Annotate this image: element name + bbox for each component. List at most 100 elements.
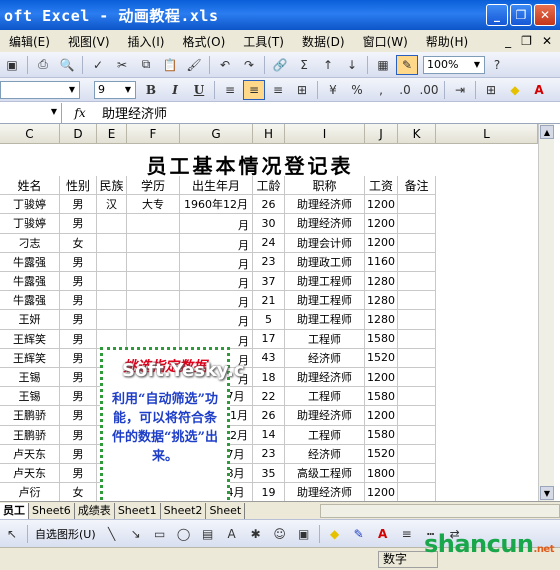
- menu-window[interactable]: 窗口(W): [354, 33, 417, 50]
- table-cell[interactable]: [127, 329, 180, 349]
- table-cell[interactable]: 大专: [127, 195, 180, 215]
- menu-data[interactable]: 数据(D): [293, 33, 354, 50]
- doc-restore-icon[interactable]: ❐: [521, 34, 532, 48]
- table-cell[interactable]: 男: [60, 348, 97, 368]
- table-cell[interactable]: [127, 310, 180, 330]
- table-cell[interactable]: [398, 233, 436, 253]
- table-cell[interactable]: 丁骏婷: [0, 214, 60, 234]
- table-cell[interactable]: 37: [253, 272, 285, 292]
- table-cell[interactable]: 1580: [365, 387, 398, 407]
- tab-sheet2[interactable]: Sheet2: [161, 502, 207, 519]
- column-header[interactable]: J: [365, 124, 398, 144]
- table-cell[interactable]: 1280: [365, 291, 398, 311]
- menu-format[interactable]: 格式(O): [173, 33, 234, 50]
- table-cell[interactable]: 43: [253, 348, 285, 368]
- table-cell[interactable]: 1200: [365, 483, 398, 501]
- table-cell[interactable]: 工程师: [285, 329, 365, 349]
- column-header[interactable]: G: [180, 124, 253, 144]
- table-cell[interactable]: [127, 233, 180, 253]
- fx-icon[interactable]: fx: [62, 106, 98, 120]
- table-cell[interactable]: [97, 291, 127, 311]
- sort-ascending-icon[interactable]: ↑: [317, 55, 339, 75]
- table-cell[interactable]: 30: [253, 214, 285, 234]
- table-cell[interactable]: 14: [253, 425, 285, 445]
- redo-icon[interactable]: ↷: [238, 55, 260, 75]
- clipart-icon[interactable]: ☺: [269, 524, 291, 544]
- merge-center-icon[interactable]: ⊞: [291, 80, 313, 100]
- column-header[interactable]: I: [285, 124, 365, 144]
- drawing-icon[interactable]: ✎: [396, 54, 418, 75]
- print-icon[interactable]: ⎙: [32, 55, 54, 75]
- table-cell[interactable]: 助理政工师: [285, 252, 365, 272]
- table-cell[interactable]: 男: [60, 406, 97, 426]
- table-cell[interactable]: 男: [60, 329, 97, 349]
- table-cell[interactable]: 35: [253, 464, 285, 484]
- table-cell[interactable]: 女: [60, 483, 97, 501]
- table-cell[interactable]: 经济师: [285, 348, 365, 368]
- table-cell[interactable]: 18: [253, 368, 285, 388]
- tab-scores[interactable]: 成绩表: [75, 502, 115, 519]
- table-cell[interactable]: 21: [253, 291, 285, 311]
- paste-icon[interactable]: 📋: [159, 55, 181, 75]
- table-cell[interactable]: [398, 195, 436, 215]
- tab-sheet-employees[interactable]: 员工: [0, 502, 29, 519]
- table-header-cell[interactable]: 学历: [127, 176, 180, 196]
- table-cell[interactable]: 男: [60, 425, 97, 445]
- table-header-cell[interactable]: 性别: [60, 176, 97, 196]
- zoom-select[interactable]: 100% ▼: [423, 55, 485, 74]
- menu-tools[interactable]: 工具(T): [234, 33, 293, 50]
- table-cell[interactable]: 1160: [365, 252, 398, 272]
- tab-sheet1[interactable]: Sheet1: [115, 502, 161, 519]
- rectangle-icon[interactable]: ▭: [149, 524, 171, 544]
- align-center-icon[interactable]: ≡: [243, 79, 265, 100]
- textbox-icon[interactable]: ▤: [197, 524, 219, 544]
- table-cell[interactable]: 1280: [365, 272, 398, 292]
- table-cell[interactable]: 助理工程师: [285, 310, 365, 330]
- table-cell[interactable]: 1200: [365, 406, 398, 426]
- picture-icon[interactable]: ▣: [293, 524, 315, 544]
- formula-input[interactable]: 助理经济师: [98, 103, 167, 122]
- table-cell[interactable]: [398, 252, 436, 272]
- table-cell[interactable]: 牛露强: [0, 272, 60, 292]
- table-cell[interactable]: 助理经济师: [285, 195, 365, 215]
- cut-icon[interactable]: ✂: [111, 55, 133, 75]
- table-cell[interactable]: 工程师: [285, 387, 365, 407]
- table-cell[interactable]: 助理经济师: [285, 214, 365, 234]
- menu-help[interactable]: 帮助(H): [417, 33, 477, 50]
- table-cell[interactable]: 丁骏婷: [0, 195, 60, 215]
- vertical-scrollbar[interactable]: ▲ ▼: [538, 124, 554, 501]
- save-icon[interactable]: ▣: [1, 55, 23, 75]
- table-cell[interactable]: 26: [253, 406, 285, 426]
- table-header-cell[interactable]: 出生年月: [180, 176, 253, 196]
- table-cell[interactable]: 汉: [97, 195, 127, 215]
- table-cell[interactable]: 卢天东: [0, 464, 60, 484]
- table-cell[interactable]: 助理工程师: [285, 272, 365, 292]
- table-cell[interactable]: 王辉笑: [0, 329, 60, 349]
- column-header[interactable]: D: [60, 124, 97, 144]
- table-cell[interactable]: 男: [60, 214, 97, 234]
- line-color-icon[interactable]: ✎: [348, 524, 370, 544]
- oval-icon[interactable]: ◯: [173, 524, 195, 544]
- table-cell[interactable]: 王锡: [0, 368, 60, 388]
- table-cell[interactable]: 男: [60, 464, 97, 484]
- bold-icon[interactable]: B: [140, 80, 162, 100]
- table-cell[interactable]: [127, 214, 180, 234]
- scroll-down-icon[interactable]: ▼: [540, 486, 554, 500]
- table-header-cell[interactable]: 姓名: [0, 176, 60, 196]
- table-cell[interactable]: [398, 310, 436, 330]
- column-header[interactable]: H: [253, 124, 285, 144]
- table-cell[interactable]: 1280: [365, 310, 398, 330]
- table-cell[interactable]: [127, 291, 180, 311]
- menu-view[interactable]: 视图(V): [59, 33, 119, 50]
- table-cell[interactable]: [398, 368, 436, 388]
- table-cell[interactable]: [398, 214, 436, 234]
- font-color-icon[interactable]: A: [372, 524, 394, 544]
- table-cell[interactable]: [398, 483, 436, 501]
- align-right-icon[interactable]: ≡: [267, 80, 289, 100]
- table-cell[interactable]: 23: [253, 252, 285, 272]
- table-cell[interactable]: 1200: [365, 233, 398, 253]
- table-cell[interactable]: [97, 272, 127, 292]
- table-cell[interactable]: 助理会计师: [285, 233, 365, 253]
- table-cell[interactable]: 刁志: [0, 233, 60, 253]
- menu-edit[interactable]: 编辑(E): [0, 33, 59, 50]
